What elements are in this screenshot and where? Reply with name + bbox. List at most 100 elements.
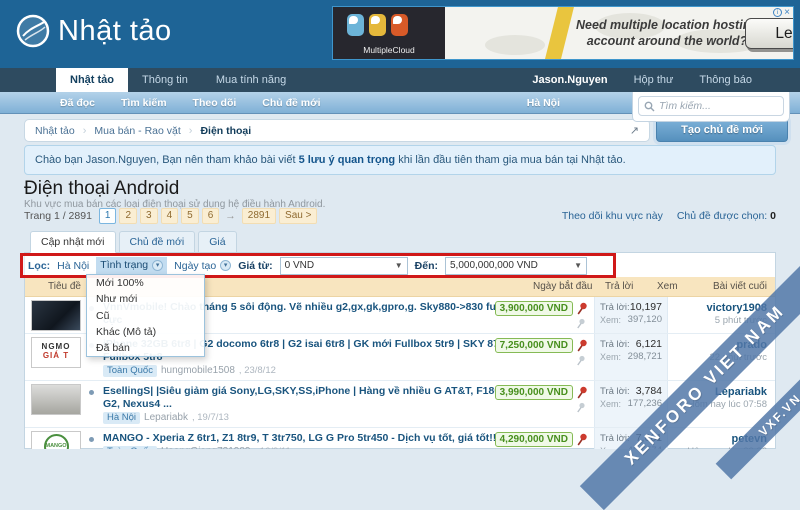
ad-body: Need multiple location hosting account a… bbox=[445, 7, 793, 59]
unread-dot-icon bbox=[89, 437, 94, 442]
thread-date: 23/8/12 bbox=[239, 365, 276, 377]
chevron-right-icon: › bbox=[82, 124, 87, 137]
tab-mua-tinh-nang[interactable]: Mua tính năng bbox=[202, 68, 300, 92]
reply-count: 7,661 bbox=[635, 432, 662, 444]
tab-nhat-tao[interactable]: Nhật tảo bbox=[56, 68, 128, 92]
last-post: victory1908 5 phút trước bbox=[670, 297, 767, 327]
thread-author[interactable]: Lepariabk bbox=[144, 412, 188, 424]
thread-row[interactable]: MANGO MANGO - Xperia Z 6tr1, Z1 8tr9, T … bbox=[25, 428, 775, 449]
filter-location[interactable]: Hà Nội bbox=[57, 260, 89, 272]
next-page-button[interactable]: Sau > bbox=[279, 208, 318, 224]
thread-author[interactable]: hungmobile1508 bbox=[161, 365, 235, 377]
thread-thumbnail[interactable]: NGMO GIÁ T bbox=[31, 337, 81, 368]
quick-nav-icon[interactable] bbox=[630, 124, 639, 137]
search-icon bbox=[644, 101, 655, 112]
reply-stats: Trả lời: 3,784 Xem: 177,236 bbox=[594, 381, 668, 427]
breadcrumb: Nhật tảo › Mua bán - Rao vặt › Điện thoạ… bbox=[24, 119, 650, 142]
page-5-button[interactable]: 5 bbox=[181, 208, 199, 224]
search-panel bbox=[632, 92, 790, 122]
pagination-ellipsis: → bbox=[225, 210, 236, 222]
brand-name: Nhật tảo bbox=[58, 14, 172, 47]
status-option-da-ban[interactable]: Đã bán bbox=[87, 340, 204, 356]
last-post-time: Hôm nay lúc 07:58 bbox=[687, 399, 767, 410]
paperclip-icon bbox=[576, 402, 586, 413]
filter-created-dropdown[interactable]: Ngày tạo bbox=[174, 260, 232, 272]
view-count: 397,120 bbox=[627, 314, 662, 325]
thread-thumbnail[interactable] bbox=[31, 384, 81, 415]
reply-stats: Trả lời: 6,121 Xem: 298,721 bbox=[594, 334, 668, 380]
location-link[interactable]: Hà Nội bbox=[527, 92, 560, 114]
thread-thumbnail[interactable]: MANGO bbox=[31, 431, 81, 449]
col-start-date[interactable]: Ngày bắt đầu bbox=[533, 277, 593, 297]
thread-author[interactable]: HoangGiang731989 bbox=[161, 446, 251, 449]
last-poster-link[interactable]: prado bbox=[670, 339, 767, 351]
page-4-button[interactable]: 4 bbox=[160, 208, 179, 224]
filter-status-dropdown[interactable]: Tình trạng bbox=[96, 257, 168, 274]
tab-cap-nhat-moi[interactable]: Cập nhật mới bbox=[30, 231, 116, 253]
reply-count: 3,784 bbox=[635, 385, 662, 397]
subnav-theo-doi[interactable]: Theo dõi bbox=[193, 92, 237, 114]
search-input[interactable] bbox=[659, 100, 771, 112]
col-title[interactable]: Tiêu đề bbox=[48, 277, 81, 297]
page-6-button[interactable]: 6 bbox=[201, 208, 220, 224]
status-option-moi-100[interactable]: Mới 100% bbox=[87, 275, 204, 291]
adchoices-info-icon[interactable] bbox=[773, 8, 783, 17]
page-2-button[interactable]: 2 bbox=[119, 208, 138, 224]
status-option-cu[interactable]: Cũ bbox=[87, 308, 204, 324]
chevron-down-icon bbox=[152, 260, 164, 271]
price-to-label: Đến: bbox=[414, 259, 438, 272]
thread-title-link[interactable]: EsellingS| |Siêu giảm giá Sony,LG,SKY,SS… bbox=[103, 385, 560, 411]
tab-thong-tin[interactable]: Thông tin bbox=[128, 68, 202, 92]
thread-thumbnail[interactable] bbox=[31, 300, 81, 331]
thread-row[interactable]: EsellingS| |Siêu giảm giá Sony,LG,SKY,SS… bbox=[25, 381, 775, 428]
dropdown-arrow-icon bbox=[574, 261, 582, 270]
subnav-da-doc[interactable]: Đã đọc bbox=[60, 92, 95, 114]
ad-logo-text: MultipleCloud bbox=[363, 45, 415, 55]
inbox-link[interactable]: Hộp thư bbox=[634, 68, 674, 92]
follow-area-link[interactable]: Theo dõi khu vực này bbox=[562, 210, 663, 222]
last-poster-link[interactable]: petevn bbox=[670, 433, 767, 445]
ad-learn-more-button[interactable]: Learn more bbox=[745, 18, 793, 49]
notice-link[interactable]: 5 lưu ý quan trọng bbox=[299, 154, 396, 166]
ad-banner[interactable]: MultipleCloud Need multiple location hos… bbox=[332, 6, 794, 60]
status-option-nhu-moi[interactable]: Như mới bbox=[87, 291, 204, 307]
reply-count: 6,121 bbox=[635, 338, 662, 350]
price-badge: 7,250,000 VND bbox=[494, 338, 573, 353]
last-poster-link[interactable]: victory1908 bbox=[670, 302, 767, 314]
last-poster-link[interactable]: Lepariabk bbox=[670, 386, 767, 398]
status-option-khac[interactable]: Khác (Mô tả) bbox=[87, 324, 204, 340]
dropdown-arrow-icon bbox=[395, 261, 403, 270]
reply-count: 10,197 bbox=[629, 301, 662, 313]
location-tag: Hà Nội bbox=[103, 412, 141, 424]
subnav-chu-de-moi[interactable]: Chủ đề mới bbox=[262, 92, 320, 114]
price-from-select[interactable]: 0 VND bbox=[279, 256, 408, 275]
paperclip-icon bbox=[576, 318, 586, 329]
pin-icon bbox=[576, 302, 588, 315]
breadcrumb-home[interactable]: Nhật tảo bbox=[35, 125, 75, 137]
last-post: Lepariabk Hôm nay lúc 07:58 bbox=[670, 381, 767, 411]
unread-dot-icon bbox=[89, 390, 94, 395]
thread-title-link[interactable]: MANGO - Xperia Z 6tr1, Z1 8tr9, T 3tr750… bbox=[103, 432, 560, 445]
filter-label: Lọc: bbox=[28, 259, 51, 272]
price-to-select[interactable]: 5,000,000,000 VND bbox=[444, 256, 587, 275]
search-box[interactable] bbox=[638, 96, 784, 116]
site-logo[interactable]: Nhật tảo bbox=[16, 14, 172, 48]
col-views[interactable]: Xem bbox=[657, 277, 678, 297]
view-count: 177,236 bbox=[627, 398, 662, 409]
col-replies[interactable]: Trả lời bbox=[605, 277, 633, 297]
page-3-button[interactable]: 3 bbox=[140, 208, 158, 224]
pin-icon bbox=[576, 433, 588, 446]
tab-chu-de-moi[interactable]: Chủ đề mới bbox=[118, 231, 196, 253]
page-1-button[interactable]: 1 bbox=[98, 208, 117, 224]
account-menu[interactable]: Jason.Nguyen bbox=[532, 68, 607, 92]
last-page-button[interactable]: 2891 bbox=[241, 208, 277, 224]
tab-gia[interactable]: Giá bbox=[198, 231, 237, 253]
page-title: Điện thoại Android bbox=[24, 178, 180, 199]
alerts-link[interactable]: Thông báo bbox=[699, 68, 752, 92]
subnav-tim-kiem[interactable]: Tìm kiếm bbox=[121, 92, 167, 114]
col-last-post[interactable]: Bài viết cuối bbox=[713, 277, 767, 297]
ad-close-icon[interactable] bbox=[784, 8, 790, 17]
price-badge: 3,990,000 VND bbox=[494, 385, 573, 400]
breadcrumb-mua-ban[interactable]: Mua bán - Rao vặt bbox=[94, 125, 180, 137]
breadcrumb-current: Điện thoại bbox=[200, 124, 252, 137]
